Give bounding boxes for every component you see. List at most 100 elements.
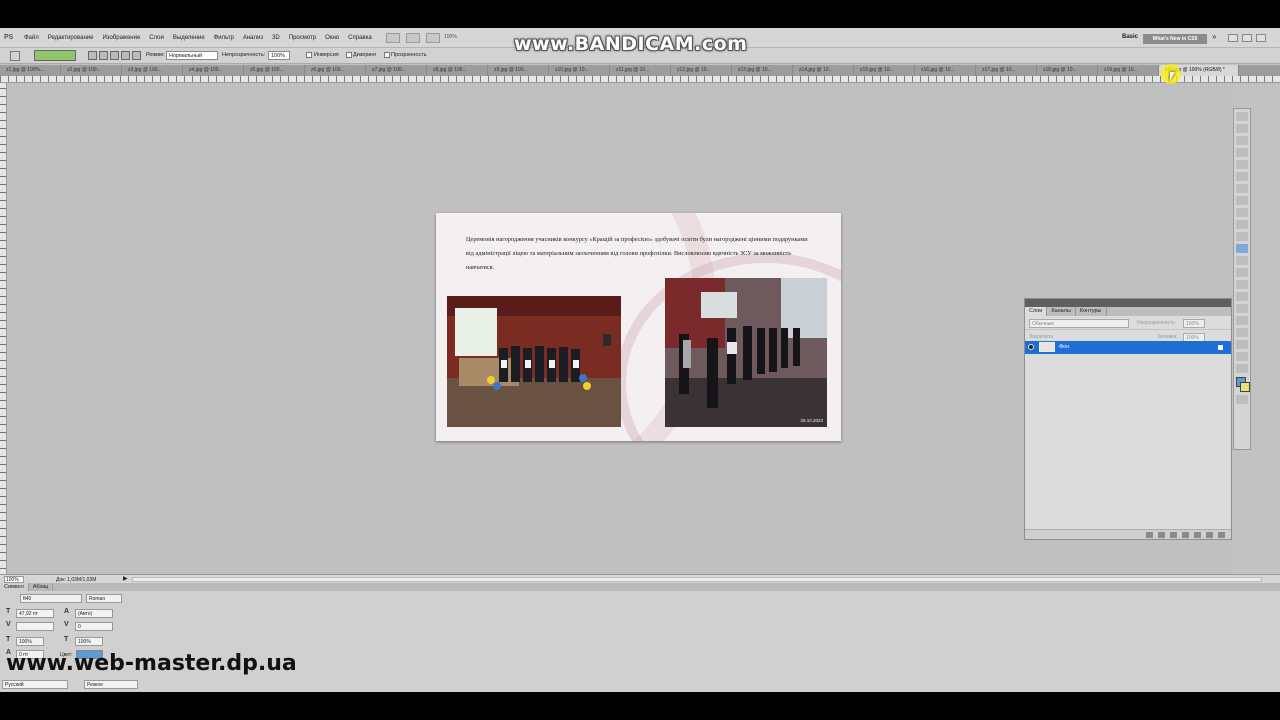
doc-tab[interactable]: z5.jpg @ 100... xyxy=(244,65,305,76)
clone-stamp-tool-icon[interactable] xyxy=(1236,208,1248,217)
status-zoom-input[interactable]: 100% xyxy=(4,576,24,583)
minimize-icon[interactable] xyxy=(1228,34,1238,42)
mode-select[interactable]: Нормальный xyxy=(166,51,218,60)
panel-header[interactable] xyxy=(1025,299,1231,307)
crop-tool-icon[interactable] xyxy=(1236,160,1248,169)
font-family-select[interactable]: ft40 xyxy=(20,594,82,603)
3d-orbit-tool-icon[interactable] xyxy=(1236,340,1248,349)
vertical-scale-input[interactable]: 100% xyxy=(16,637,44,646)
language-select[interactable]: Русский xyxy=(2,680,68,689)
quick-select-tool-icon[interactable] xyxy=(1236,148,1248,157)
dither-checkbox[interactable] xyxy=(346,52,352,58)
zoom-tool-icon[interactable] xyxy=(1236,364,1248,373)
bridge-icon[interactable] xyxy=(386,33,400,43)
blur-tool-icon[interactable] xyxy=(1236,256,1248,265)
tab-paragraph[interactable]: Абзац xyxy=(29,583,54,591)
diamond-gradient-icon[interactable] xyxy=(132,51,141,60)
horizontal-scale-input[interactable]: 100% xyxy=(75,637,103,646)
healing-brush-tool-icon[interactable] xyxy=(1236,184,1248,193)
dodge-tool-icon[interactable] xyxy=(1236,268,1248,277)
maximize-icon[interactable] xyxy=(1242,34,1252,42)
angle-gradient-icon[interactable] xyxy=(110,51,119,60)
extras-icon[interactable] xyxy=(426,33,440,43)
horizontal-scrollbar[interactable] xyxy=(132,577,1262,582)
gradient-preview[interactable] xyxy=(34,50,76,61)
menu-layers[interactable]: Слои xyxy=(149,35,164,41)
doc-tab[interactable]: z4.jpg @ 100... xyxy=(183,65,244,76)
kerning-input[interactable] xyxy=(16,622,54,631)
workspace-more-icon[interactable]: » xyxy=(1212,32,1216,41)
link-layers-icon[interactable] xyxy=(1146,532,1153,538)
brush-tool-icon[interactable] xyxy=(1236,196,1248,205)
pen-tool-icon[interactable] xyxy=(1236,280,1248,289)
doc-tab[interactable]: z14.jpg @ 10... xyxy=(793,65,854,76)
layer-style-icon[interactable] xyxy=(1158,532,1165,538)
doc-tab[interactable]: z11.jpg @ 10... xyxy=(610,65,671,76)
history-brush-tool-icon[interactable] xyxy=(1236,220,1248,229)
menu-file[interactable]: Файл xyxy=(24,35,39,41)
reflected-gradient-icon[interactable] xyxy=(121,51,130,60)
font-size-input[interactable]: 47,92 пт xyxy=(16,609,54,618)
doc-tab[interactable]: z18.jpg @ 10... xyxy=(1037,65,1098,76)
menu-select[interactable]: Выделение xyxy=(173,35,205,41)
gradient-tool-icon[interactable] xyxy=(1236,244,1248,253)
doc-tab[interactable]: z3.jpg @ 100... xyxy=(122,65,183,76)
quick-mask-icon[interactable] xyxy=(1236,395,1248,404)
linear-gradient-icon[interactable] xyxy=(88,51,97,60)
radial-gradient-icon[interactable] xyxy=(99,51,108,60)
lasso-tool-icon[interactable] xyxy=(1236,136,1248,145)
doc-tab[interactable]: z2.jpg @ 100... xyxy=(61,65,122,76)
doc-tab[interactable]: z1.jpg @ 100%... xyxy=(0,65,61,76)
shape-tool-icon[interactable] xyxy=(1236,316,1248,325)
menu-filter[interactable]: Фильтр xyxy=(214,35,234,41)
doc-tab[interactable]: z16.jpg @ 10... xyxy=(915,65,976,76)
menu-analysis[interactable]: Анализ xyxy=(243,35,263,41)
tab-layers[interactable]: Слои xyxy=(1025,307,1048,316)
menu-3d[interactable]: 3D xyxy=(272,35,280,41)
tab-paths[interactable]: Контуры xyxy=(1076,307,1107,316)
eraser-tool-icon[interactable] xyxy=(1236,232,1248,241)
tab-character[interactable]: Символ xyxy=(0,583,29,591)
zoom-level-select[interactable]: 100% xyxy=(444,34,468,43)
close-icon[interactable] xyxy=(1256,34,1266,42)
opacity-input[interactable]: 100% xyxy=(268,51,290,60)
document-canvas[interactable]: Церемонія нагородження учасників конкурс… xyxy=(436,213,841,441)
menu-edit[interactable]: Редактирование xyxy=(48,35,94,41)
type-tool-icon[interactable] xyxy=(1236,292,1248,301)
font-style-select[interactable]: Roman xyxy=(86,594,122,603)
eyedropper-tool-icon[interactable] xyxy=(1236,172,1248,181)
3d-rotate-tool-icon[interactable] xyxy=(1236,328,1248,337)
new-group-icon[interactable] xyxy=(1194,532,1201,538)
workspace-basic[interactable]: Basic xyxy=(1122,34,1138,40)
doc-tab[interactable]: z15.jpg @ 10... xyxy=(854,65,915,76)
doc-tab[interactable]: z17.jpg @ 10... xyxy=(976,65,1037,76)
menu-view[interactable]: Просмотр xyxy=(289,35,316,41)
doc-tab[interactable]: z7.jpg @ 100... xyxy=(366,65,427,76)
move-tool-icon[interactable] xyxy=(1236,112,1248,121)
transparency-checkbox[interactable] xyxy=(384,52,390,58)
menu-image[interactable]: Изображение xyxy=(102,35,140,41)
leading-input[interactable]: (Авто) xyxy=(75,609,113,618)
background-color-swatch[interactable] xyxy=(1240,382,1250,392)
doc-tab[interactable]: z10.jpg @ 10... xyxy=(549,65,610,76)
visibility-eye-icon[interactable] xyxy=(1028,344,1034,350)
trash-icon[interactable] xyxy=(1218,532,1225,538)
whats-new-button[interactable]: What's New in CS5 xyxy=(1143,34,1207,44)
new-layer-icon[interactable] xyxy=(1206,532,1213,538)
antialias-select[interactable]: Резкое xyxy=(84,680,138,689)
doc-tab[interactable]: z12.jpg @ 10... xyxy=(671,65,732,76)
layer-mask-icon[interactable] xyxy=(1170,532,1177,538)
menu-help[interactable]: Справка xyxy=(348,35,372,41)
tab-channels[interactable]: Каналы xyxy=(1047,307,1076,316)
menu-window[interactable]: Окно xyxy=(325,35,339,41)
layer-item[interactable]: Фон xyxy=(1025,341,1231,354)
status-menu-arrow-icon[interactable]: ▶ xyxy=(123,575,128,582)
gradient-tool-icon[interactable] xyxy=(10,51,20,61)
reverse-checkbox[interactable] xyxy=(306,52,312,58)
doc-tab[interactable]: z13.jpg @ 10... xyxy=(732,65,793,76)
path-select-tool-icon[interactable] xyxy=(1236,304,1248,313)
marquee-tool-icon[interactable] xyxy=(1236,124,1248,133)
doc-tab[interactable]: z19.jpg @ 10... xyxy=(1098,65,1159,76)
tracking-input[interactable]: 0 xyxy=(75,622,113,631)
layer-opacity-input[interactable]: 100% xyxy=(1183,319,1205,328)
